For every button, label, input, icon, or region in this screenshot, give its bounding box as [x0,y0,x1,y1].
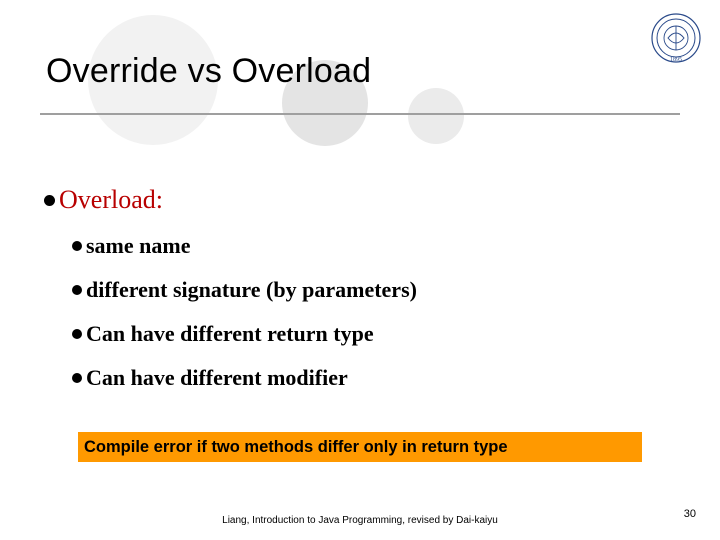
sub-bullet-label: Can have different return type [86,321,374,347]
bullet-overload: Overload: [44,185,680,215]
warning-note: Compile error if two methods differ only… [78,432,642,462]
bullet-dot-icon [72,285,82,295]
university-logo: 1895 [650,12,702,64]
sub-bullet: same name [72,233,680,259]
sub-bullet-label: different signature (by parameters) [86,277,417,303]
bullet-dot-icon [72,373,82,383]
sub-bullet-label: same name [86,233,190,259]
bullet-dot-icon [72,241,82,251]
bullet-overload-label: Overload: [59,185,163,215]
warning-note-text: Compile error if two methods differ only… [84,438,508,457]
bullet-dot-icon [44,195,55,206]
slide-title: Override vs Overload [46,52,371,91]
sub-bullet: Can have different modifier [72,365,680,391]
logo-year-text: 1895 [670,57,682,63]
title-underline [40,113,680,115]
slide-content: Overload: same name different signature … [44,185,680,409]
sub-bullet-list: same name different signature (by parame… [72,233,680,391]
decor-circle-small [408,88,464,144]
sub-bullet: Can have different return type [72,321,680,347]
footer-citation: Liang, Introduction to Java Programming,… [0,515,720,526]
sub-bullet: different signature (by parameters) [72,277,680,303]
page-number: 30 [684,508,696,520]
sub-bullet-label: Can have different modifier [86,365,348,391]
bullet-dot-icon [72,329,82,339]
slide: 1895 Override vs Overload Overload: same… [0,0,720,540]
